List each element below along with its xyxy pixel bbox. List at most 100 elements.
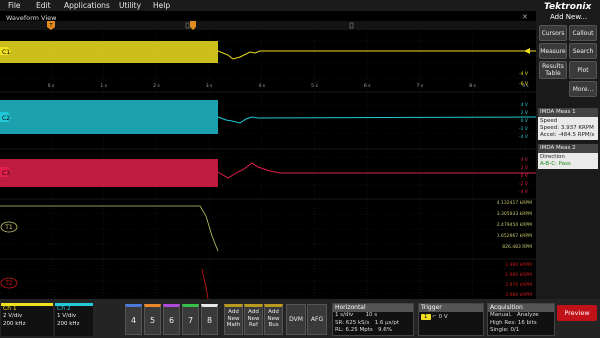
trigger-badge[interactable]: Trigger 1 ⌐ 0 V	[418, 303, 484, 336]
plot-button[interactable]: Plot	[569, 61, 597, 79]
ch2-trace	[217, 116, 536, 124]
ch1-scale-label: -4 V	[519, 71, 529, 77]
brand-area: Tektronix Add New...	[536, 0, 600, 23]
measure-button[interactable]: Measure	[539, 43, 567, 59]
acquisition-state: Analyze	[516, 312, 539, 318]
time-tick-label: 5 s	[311, 83, 318, 89]
acquisition-mode: Manual,	[490, 312, 512, 318]
ch2-trace-fill	[0, 100, 218, 134]
menu-help[interactable]: Help	[153, 1, 170, 10]
menu-bar: File Edit Applications Utility Help	[0, 0, 536, 11]
timeline-ruler[interactable]	[0, 21, 536, 30]
ch1-marker-label: C1	[2, 49, 10, 56]
trigger-source: 1	[421, 314, 431, 320]
ch1-bandwidth: 200 kHz	[3, 321, 26, 327]
preview-button[interactable]: Preview	[557, 305, 597, 321]
ch2-scale: 1 V/div	[57, 313, 77, 319]
menu-edit[interactable]: Edit	[36, 1, 51, 10]
more-button[interactable]: More...	[569, 81, 597, 97]
ch3-scale-label: 4 V	[521, 157, 529, 163]
ch1-trace	[217, 50, 536, 60]
meas2-line1: Direction	[540, 154, 565, 160]
callout-button[interactable]: Callout	[569, 25, 597, 41]
ch1-scale: 2 V/div	[3, 313, 23, 319]
ch3-marker-label: C3	[2, 170, 10, 177]
add-new-label: Add New...	[550, 13, 588, 21]
horizontal-record: 10 s	[365, 312, 378, 318]
acquisition-title: Acquisition	[488, 304, 554, 312]
ch3-scale-label: -2 V	[519, 181, 529, 187]
waveform-view[interactable]: Waveform View ✕ T C1 C2 C3 T1 T2 0 s 1 s…	[0, 11, 536, 299]
track2-badge[interactable]: T2	[0, 277, 18, 289]
ch2-badge-name: Ch 2	[57, 305, 71, 312]
meas1-line2: Speed: 3.937 KRPM	[540, 125, 594, 131]
time-tick-label: 2 s	[153, 83, 160, 89]
horizontal-scale: 1 s/div	[335, 312, 354, 318]
channel-8-button[interactable]: 8	[201, 304, 218, 335]
horizontal-badge[interactable]: Horizontal 1 s/div 10 s SR: 625 kS/s 1.6…	[332, 303, 414, 336]
ch2-scale-label: 2 V	[521, 110, 529, 116]
meas1-badge[interactable]: IMDA Meas 1 Speed Speed: 3.937 KRPM Acce…	[538, 108, 598, 140]
horizontal-per-point: 1.6 µs/pt	[374, 319, 400, 326]
time-tick-label: 8 s	[469, 83, 476, 89]
trigger-slope-icon: ⌐	[432, 314, 437, 320]
afg-button[interactable]: AFG	[307, 304, 327, 335]
channel-7-button[interactable]: 7	[182, 304, 199, 335]
menu-utility[interactable]: Utility	[119, 1, 141, 10]
ch1-trace-fill	[0, 41, 218, 63]
bottom-bar: Ch 1 2 V/div 200 kHz Ch 2 1 V/div 200 kH…	[0, 299, 600, 338]
track2-scale-label: 1.960 kRPM	[505, 272, 532, 278]
ch3-trace	[217, 162, 536, 179]
cursors-button[interactable]: Cursors	[539, 25, 567, 41]
ch2-scale-label: -2 V	[519, 126, 529, 132]
menu-applications[interactable]: Applications	[64, 1, 110, 10]
brand-logo: Tektronix	[544, 2, 592, 12]
track1-scale-label: 4.132417 kRPM	[497, 200, 532, 206]
ch2-scale-label: 0 V	[521, 118, 529, 124]
horizontal-record-length: RL: 6.25 Mpts	[335, 327, 373, 333]
time-tick-label: 7 s	[417, 83, 424, 89]
menu-file[interactable]: File	[8, 1, 21, 10]
ch3-scale-label: 2 V	[521, 165, 529, 171]
ch1-badge-name: Ch 1	[3, 305, 17, 312]
ch2-badge[interactable]: Ch 2 1 V/div 200 kHz	[55, 303, 93, 336]
ch2-scale-label: -4 V	[519, 134, 529, 140]
add-new-math-button[interactable]: Add New Math	[224, 304, 243, 335]
meas2-title: IMDA Meas 2	[538, 144, 598, 153]
ch2-marker-label: C2	[2, 115, 10, 122]
trigger-level: 0 V	[438, 314, 448, 320]
horizontal-title: Horizontal	[333, 304, 413, 312]
ch2-scale-label: 4 V	[521, 102, 529, 108]
track1-scale-label: 3.305933 kRPM	[497, 211, 532, 217]
meas2-badge[interactable]: IMDA Meas 2 Direction A-B-C: Pass	[538, 144, 598, 169]
dvm-button[interactable]: DVM	[286, 304, 306, 335]
meas1-title: IMDA Meas 1	[538, 108, 598, 117]
time-tick-label: 3 s	[206, 83, 213, 89]
time-tick-label: 1 s	[100, 83, 107, 89]
horizontal-sample-rate: SR: 625 kS/s	[335, 319, 370, 326]
meas2-line2: A-B-C: Pass	[540, 161, 571, 167]
track2-scale-label: 3.960 kRPM	[505, 292, 532, 298]
ch2-bandwidth: 200 kHz	[57, 321, 80, 327]
add-new-bus-button[interactable]: Add New Bus	[264, 304, 283, 335]
acquisition-badge[interactable]: Acquisition Manual, Analyze High Res: 16…	[487, 303, 555, 336]
track2-trace	[201, 268, 209, 299]
track2-scale-label: 1.960 kRPM	[505, 262, 532, 268]
ch3-scale-label: 0 V	[521, 173, 529, 179]
channel-5-button[interactable]: 5	[144, 304, 161, 335]
add-new-ref-button[interactable]: Add New Ref	[244, 304, 263, 335]
ch1-level-arrow-icon[interactable]	[524, 48, 530, 54]
track1-scale-label: 826.483 RPM	[502, 244, 532, 250]
ch3-scale-label: -4 V	[519, 189, 529, 195]
track1-badge[interactable]: T1	[0, 221, 18, 233]
channel-6-button[interactable]: 6	[163, 304, 180, 335]
ch3-trace-fill	[0, 159, 218, 187]
trigger-title: Trigger	[419, 304, 483, 312]
search-button[interactable]: Search	[569, 43, 597, 59]
results-table-button[interactable]: Results Table	[539, 61, 567, 79]
channel-4-button[interactable]: 4	[125, 304, 142, 335]
acquisition-resolution: High Res: 16 bits	[490, 319, 537, 326]
waveform-plot[interactable]: T C1 C2 C3 T1 T2 0 s1 s 2 s 3 s 4 s 5 s …	[0, 11, 536, 299]
time-tick-label: 6 s	[364, 83, 371, 89]
ch1-badge[interactable]: Ch 1 2 V/div 200 kHz	[1, 303, 53, 336]
